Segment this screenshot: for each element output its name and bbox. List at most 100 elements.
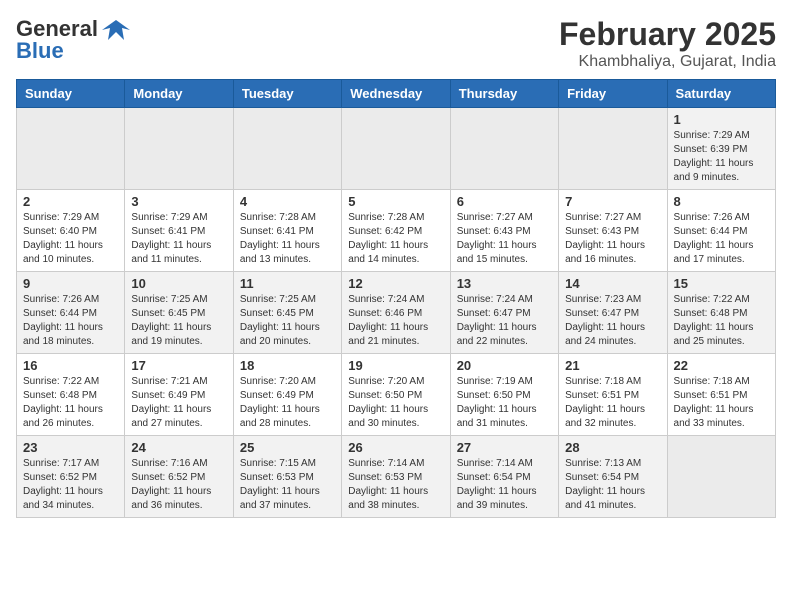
calendar-week-row: 1 Sunrise: 7:29 AM Sunset: 6:39 PM Daylig…: [17, 108, 776, 190]
day-number: 1: [674, 112, 769, 127]
day-number: 5: [348, 194, 443, 209]
calendar-day-cell: 5 Sunrise: 7:28 AM Sunset: 6:42 PM Daylig…: [342, 190, 450, 272]
day-number: 10: [131, 276, 226, 291]
title-section: February 2025 Khambhaliya, Gujarat, Indi…: [559, 16, 776, 71]
day-info: Sunrise: 7:19 AM Sunset: 6:50 PM Dayligh…: [457, 375, 552, 431]
calendar-day-cell: [667, 436, 775, 518]
day-number: 4: [240, 194, 335, 209]
day-info: Sunrise: 7:26 AM Sunset: 6:44 PM Dayligh…: [674, 211, 769, 267]
weekday-header: Tuesday: [233, 80, 341, 108]
calendar-day-cell: [125, 108, 233, 190]
calendar-day-cell: 21 Sunrise: 7:18 AM Sunset: 6:51 PM Dayli…: [559, 354, 667, 436]
day-number: 23: [23, 440, 118, 455]
logo: General Blue: [16, 16, 130, 64]
day-number: 12: [348, 276, 443, 291]
day-info: Sunrise: 7:18 AM Sunset: 6:51 PM Dayligh…: [674, 375, 769, 431]
day-number: 16: [23, 358, 118, 373]
day-info: Sunrise: 7:27 AM Sunset: 6:43 PM Dayligh…: [565, 211, 660, 267]
day-number: 13: [457, 276, 552, 291]
calendar-day-cell: 15Sunrise: 7:22 AM Sunset: 6:48 PM Dayli…: [667, 272, 775, 354]
calendar-day-cell: 10 Sunrise: 7:25 AM Sunset: 6:45 PM Dayli…: [125, 272, 233, 354]
weekday-header: Saturday: [667, 80, 775, 108]
calendar-day-cell: 25 Sunrise: 7:15 AM Sunset: 6:53 PM Dayli…: [233, 436, 341, 518]
day-number: 24: [131, 440, 226, 455]
month-year-title: February 2025: [559, 16, 776, 53]
day-info: Sunrise: 7:16 AM Sunset: 6:52 PM Dayligh…: [131, 457, 226, 513]
day-info: Sunrise: 7:29 AM Sunset: 6:41 PM Dayligh…: [131, 211, 226, 267]
calendar-day-cell: 1 Sunrise: 7:29 AM Sunset: 6:39 PM Daylig…: [667, 108, 775, 190]
day-info: Sunrise: 7:29 AM Sunset: 6:40 PM Dayligh…: [23, 211, 118, 267]
calendar-week-row: 23 Sunrise: 7:17 AM Sunset: 6:52 PM Dayli…: [17, 436, 776, 518]
day-info: Sunrise: 7:28 AM Sunset: 6:41 PM Dayligh…: [240, 211, 335, 267]
day-info: Sunrise: 7:27 AM Sunset: 6:43 PM Dayligh…: [457, 211, 552, 267]
calendar-day-cell: [17, 108, 125, 190]
day-info: Sunrise: 7:15 AM Sunset: 6:53 PM Dayligh…: [240, 457, 335, 513]
day-number: 8: [674, 194, 769, 209]
calendar-day-cell: 23 Sunrise: 7:17 AM Sunset: 6:52 PM Dayli…: [17, 436, 125, 518]
calendar-day-cell: 9 Sunrise: 7:26 AM Sunset: 6:44 PM Daylig…: [17, 272, 125, 354]
weekday-header: Friday: [559, 80, 667, 108]
calendar-day-cell: 12 Sunrise: 7:24 AM Sunset: 6:46 PM Dayli…: [342, 272, 450, 354]
page-header: General Blue February 2025 Khambhaliya, …: [16, 16, 776, 71]
day-number: 2: [23, 194, 118, 209]
day-info: Sunrise: 7:24 AM Sunset: 6:46 PM Dayligh…: [348, 293, 443, 349]
day-info: Sunrise: 7:25 AM Sunset: 6:45 PM Dayligh…: [131, 293, 226, 349]
calendar-day-cell: 8 Sunrise: 7:26 AM Sunset: 6:44 PM Daylig…: [667, 190, 775, 272]
calendar-day-cell: 24 Sunrise: 7:16 AM Sunset: 6:52 PM Dayli…: [125, 436, 233, 518]
day-number: 11: [240, 276, 335, 291]
calendar-day-cell: [559, 108, 667, 190]
day-info: Sunrise: 7:14 AM Sunset: 6:54 PM Dayligh…: [457, 457, 552, 513]
day-number: 20: [457, 358, 552, 373]
day-number: 21: [565, 358, 660, 373]
day-info: Sunrise: 7:17 AM Sunset: 6:52 PM Dayligh…: [23, 457, 118, 513]
day-number: 3: [131, 194, 226, 209]
day-info: Sunrise: 7:20 AM Sunset: 6:50 PM Dayligh…: [348, 375, 443, 431]
day-info: Sunrise: 7:29 AM Sunset: 6:39 PM Dayligh…: [674, 129, 769, 185]
calendar-day-cell: 7 Sunrise: 7:27 AM Sunset: 6:43 PM Daylig…: [559, 190, 667, 272]
day-number: 25: [240, 440, 335, 455]
weekday-header: Sunday: [17, 80, 125, 108]
calendar-day-cell: 27 Sunrise: 7:14 AM Sunset: 6:54 PM Dayli…: [450, 436, 558, 518]
calendar-week-row: 2 Sunrise: 7:29 AM Sunset: 6:40 PM Daylig…: [17, 190, 776, 272]
day-number: 19: [348, 358, 443, 373]
day-number: 6: [457, 194, 552, 209]
day-info: Sunrise: 7:18 AM Sunset: 6:51 PM Dayligh…: [565, 375, 660, 431]
day-info: Sunrise: 7:23 AM Sunset: 6:47 PM Dayligh…: [565, 293, 660, 349]
day-number: 18: [240, 358, 335, 373]
day-number: 17: [131, 358, 226, 373]
calendar-table: SundayMondayTuesdayWednesdayThursdayFrid…: [16, 79, 776, 518]
calendar-day-cell: [233, 108, 341, 190]
calendar-day-cell: 28 Sunrise: 7:13 AM Sunset: 6:54 PM Dayli…: [559, 436, 667, 518]
day-number: 28: [565, 440, 660, 455]
calendar-day-cell: 16 Sunrise: 7:22 AM Sunset: 6:48 PM Dayli…: [17, 354, 125, 436]
logo-blue: Blue: [16, 38, 64, 64]
day-info: Sunrise: 7:13 AM Sunset: 6:54 PM Dayligh…: [565, 457, 660, 513]
calendar-week-row: 16 Sunrise: 7:22 AM Sunset: 6:48 PM Dayli…: [17, 354, 776, 436]
day-number: 9: [23, 276, 118, 291]
day-info: Sunrise: 7:25 AM Sunset: 6:45 PM Dayligh…: [240, 293, 335, 349]
calendar-day-cell: 26 Sunrise: 7:14 AM Sunset: 6:53 PM Dayli…: [342, 436, 450, 518]
day-number: 7: [565, 194, 660, 209]
logo-bird-icon: [102, 18, 130, 40]
day-number: 26: [348, 440, 443, 455]
day-number: 14: [565, 276, 660, 291]
day-info: Sunrise: 7:14 AM Sunset: 6:53 PM Dayligh…: [348, 457, 443, 513]
weekday-header: Wednesday: [342, 80, 450, 108]
calendar-day-cell: 13Sunrise: 7:24 AM Sunset: 6:47 PM Dayli…: [450, 272, 558, 354]
location-subtitle: Khambhaliya, Gujarat, India: [559, 53, 776, 71]
calendar-day-cell: 18Sunrise: 7:20 AM Sunset: 6:49 PM Dayli…: [233, 354, 341, 436]
calendar-day-cell: 4 Sunrise: 7:28 AM Sunset: 6:41 PM Daylig…: [233, 190, 341, 272]
calendar-header-row: SundayMondayTuesdayWednesdayThursdayFrid…: [17, 80, 776, 108]
day-info: Sunrise: 7:28 AM Sunset: 6:42 PM Dayligh…: [348, 211, 443, 267]
calendar-day-cell: 20 Sunrise: 7:19 AM Sunset: 6:50 PM Dayli…: [450, 354, 558, 436]
calendar-day-cell: 17Sunrise: 7:21 AM Sunset: 6:49 PM Dayli…: [125, 354, 233, 436]
calendar-day-cell: 19 Sunrise: 7:20 AM Sunset: 6:50 PM Dayli…: [342, 354, 450, 436]
calendar-day-cell: 2 Sunrise: 7:29 AM Sunset: 6:40 PM Daylig…: [17, 190, 125, 272]
day-info: Sunrise: 7:22 AM Sunset: 6:48 PM Dayligh…: [23, 375, 118, 431]
calendar-day-cell: 14 Sunrise: 7:23 AM Sunset: 6:47 PM Dayli…: [559, 272, 667, 354]
day-number: 22: [674, 358, 769, 373]
day-number: 27: [457, 440, 552, 455]
day-info: Sunrise: 7:22 AM Sunset: 6:48 PM Dayligh…: [674, 293, 769, 349]
day-info: Sunrise: 7:26 AM Sunset: 6:44 PM Dayligh…: [23, 293, 118, 349]
calendar-day-cell: 11 Sunrise: 7:25 AM Sunset: 6:45 PM Dayli…: [233, 272, 341, 354]
